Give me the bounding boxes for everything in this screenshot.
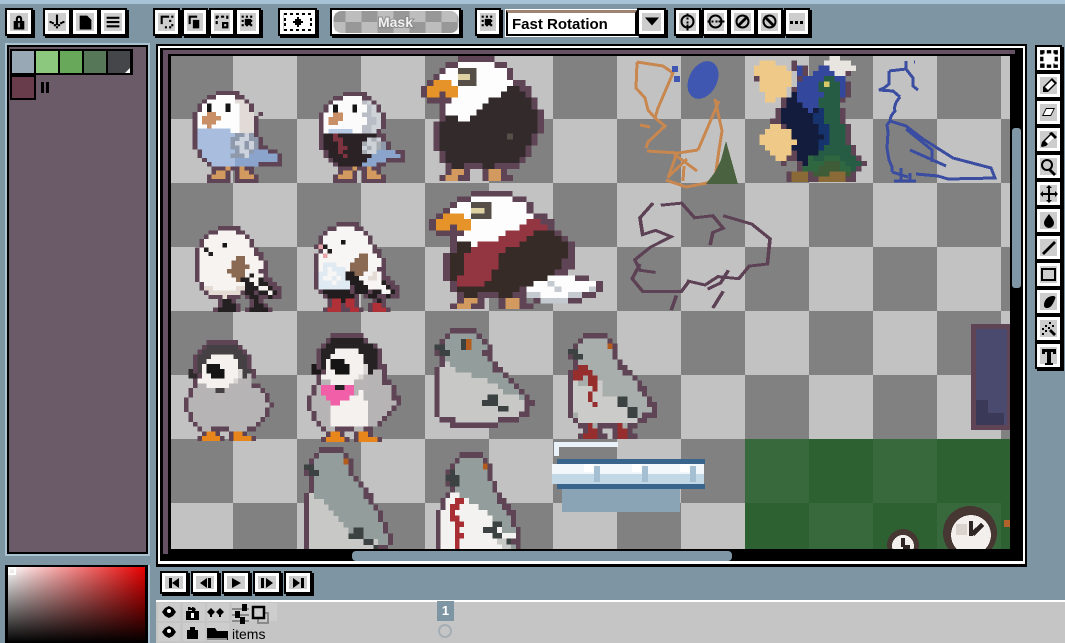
svg-text:Mask: Mask	[377, 14, 412, 30]
svg-text:items: items	[232, 626, 265, 642]
